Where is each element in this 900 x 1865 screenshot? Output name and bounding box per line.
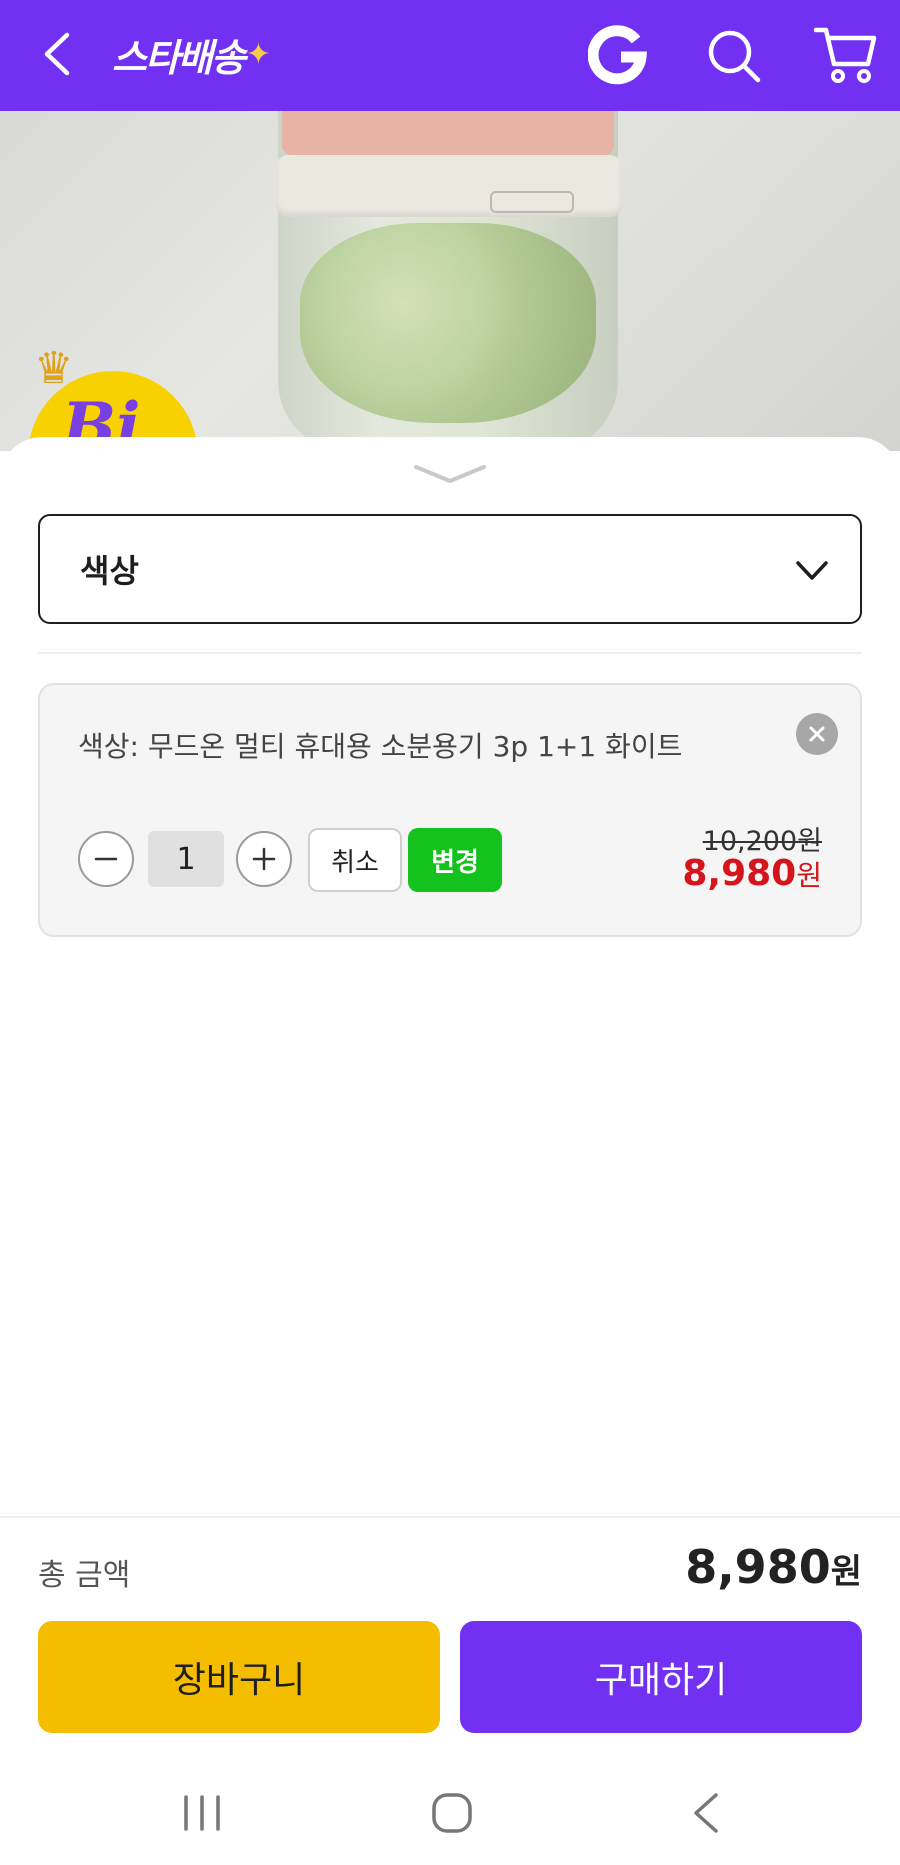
system-navigation-bar xyxy=(0,1763,900,1865)
quantity-value[interactable]: 1 xyxy=(148,831,224,887)
minus-icon xyxy=(94,857,118,861)
total-amount-label: 총 금액 xyxy=(38,1558,131,1593)
system-back-button[interactable] xyxy=(688,1791,724,1835)
divider xyxy=(38,652,862,654)
select-chevron-down-icon xyxy=(796,561,828,580)
selected-option-name: 색상: 무드온 멀티 휴대용 소분용기 3p 1+1 화이트 xyxy=(78,730,683,763)
logo-text: 스타배송 xyxy=(112,35,246,80)
quantity-increase-button[interactable] xyxy=(236,831,292,887)
lettuce-shape xyxy=(300,223,596,423)
close-icon xyxy=(809,726,825,742)
change-button[interactable]: 변경 xyxy=(408,828,502,892)
crown-icon: ♛ xyxy=(34,343,74,394)
app-header: 스타배송 ✦ xyxy=(0,0,900,111)
sheet-collapse-handle[interactable] xyxy=(412,459,488,489)
recent-apps-button[interactable] xyxy=(180,1793,224,1833)
total-amount-value: 8,980원 xyxy=(685,1540,862,1594)
add-to-cart-button[interactable]: 장바구니 xyxy=(38,1621,440,1733)
home-button[interactable] xyxy=(430,1791,474,1835)
color-option-select[interactable]: 색상 xyxy=(38,514,862,624)
select-label: 색상 xyxy=(80,552,139,590)
sale-price: 8,980원 xyxy=(682,853,822,894)
search-icon xyxy=(708,30,761,83)
cart-button[interactable] xyxy=(812,24,878,86)
footer-divider xyxy=(0,1516,900,1518)
search-button[interactable] xyxy=(704,26,764,86)
selected-option-card: 색상: 무드온 멀티 휴대용 소분용기 3p 1+1 화이트 1 취소 변경 1… xyxy=(38,683,862,937)
logo-spark-icon: ✦ xyxy=(245,36,271,72)
back-button[interactable] xyxy=(30,26,82,82)
nav-back-icon xyxy=(694,1793,718,1833)
total-amount-unit: 원 xyxy=(830,1552,862,1592)
recent-apps-icon xyxy=(184,1795,220,1831)
chevron-down-icon xyxy=(414,465,486,483)
sale-price-unit: 원 xyxy=(796,859,822,892)
star-delivery-logo[interactable]: 스타배송 ✦ xyxy=(112,26,271,82)
total-amount-number: 8,980 xyxy=(685,1540,831,1594)
home-icon xyxy=(432,1793,472,1833)
cancel-button[interactable]: 취소 xyxy=(308,828,402,892)
buy-now-button[interactable]: 구매하기 xyxy=(460,1621,862,1733)
back-arrow-icon xyxy=(44,32,70,76)
quantity-decrease-button[interactable] xyxy=(78,831,134,887)
gmarket-home-button[interactable] xyxy=(587,24,650,86)
container-lid-shape xyxy=(282,111,614,155)
g-icon xyxy=(587,25,648,85)
container-tag-shape xyxy=(490,191,574,213)
sale-price-number: 8,980 xyxy=(682,853,797,894)
product-image: ♛ Bi xyxy=(0,111,900,451)
plus-icon xyxy=(252,847,276,871)
remove-option-button[interactable] xyxy=(796,713,838,755)
cart-icon xyxy=(813,27,877,83)
